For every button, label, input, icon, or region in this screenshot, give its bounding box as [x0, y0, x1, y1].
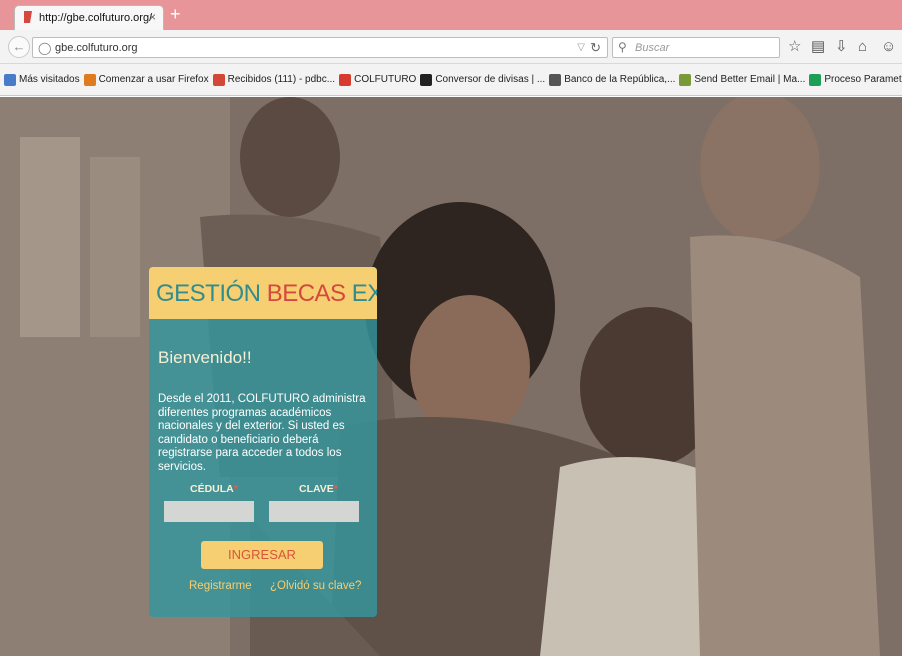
- chat-icon[interactable]: ☺: [881, 38, 896, 56]
- bookmark-item[interactable]: Más visitados: [4, 64, 80, 95]
- tab-title: http://gbe.colfuturo.org/: [39, 12, 153, 24]
- cedula-label: CÉDULA*: [190, 483, 238, 495]
- bookmark-item[interactable]: Proceso Parametrizaci...: [809, 64, 902, 95]
- globe-icon: ◯: [38, 41, 52, 55]
- register-link[interactable]: Registrarme: [189, 580, 252, 592]
- address-bar[interactable]: ◯ gbe.colfuturo.org ▽ ↻: [32, 37, 608, 58]
- url-text[interactable]: gbe.colfuturo.org: [55, 42, 138, 54]
- card-header: GESTIÓN BECAS EXTERNAS: [149, 267, 377, 319]
- navigation-bar: ← ◯ gbe.colfuturo.org ▽ ↻ ⚲ Buscar ☆ ▤ ⇩…: [0, 30, 902, 64]
- app-title-part1: GESTIÓN: [156, 280, 267, 307]
- bookmark-label: Banco de la República,...: [564, 74, 676, 85]
- bookmark-item[interactable]: COLFUTURO: [339, 64, 417, 95]
- bookmark-label: Proceso Parametrizaci...: [824, 74, 902, 85]
- reload-icon[interactable]: ↻: [590, 40, 601, 56]
- cedula-label-text: CÉDULA: [190, 483, 234, 495]
- email-icon: [679, 74, 692, 86]
- bookmark-label: Send Better Email | Ma...: [694, 74, 806, 85]
- welcome-heading: Bienvenido!!: [158, 348, 252, 367]
- required-mark: *: [233, 483, 238, 495]
- forgot-password-link[interactable]: ¿Olvidó su clave?: [270, 580, 361, 592]
- colfuturo-icon: [339, 74, 352, 86]
- bookmark-label: COLFUTURO: [354, 74, 417, 85]
- background-photo: [0, 97, 902, 656]
- bookmark-item[interactable]: Send Better Email | Ma...: [679, 64, 806, 95]
- bookmark-label: Conversor de divisas | ...: [435, 74, 546, 85]
- bookmark-item[interactable]: Conversor de divisas | ...: [420, 64, 546, 95]
- download-icon[interactable]: ⇩: [835, 38, 848, 56]
- bookmarks-toolbar: Más visitados Comenzar a usar Firefox Reci…: [0, 64, 902, 96]
- history-dropdown-icon[interactable]: ▽: [577, 42, 585, 53]
- gmail-icon: [212, 74, 225, 86]
- sheets-icon: [809, 74, 822, 86]
- clave-label: CLAVE*: [299, 483, 338, 495]
- new-tab-button[interactable]: +: [170, 4, 181, 24]
- clave-label-text: CLAVE: [299, 483, 334, 495]
- tab-bar: http://gbe.colfuturo.org/ × +: [0, 0, 902, 30]
- bookmark-label: Comenzar a usar Firefox: [98, 74, 209, 85]
- search-icon: ⚲: [618, 40, 627, 54]
- app-title-part3: EXTERNAS: [351, 280, 377, 307]
- bank-icon: [549, 74, 562, 86]
- search-placeholder: Buscar: [635, 42, 670, 54]
- bookmark-icon: [4, 74, 16, 86]
- reading-list-icon[interactable]: ▤: [811, 38, 825, 56]
- bookmark-label: Más visitados: [19, 74, 80, 85]
- description-text: Desde el 2011, COLFUTURO administra dife…: [158, 393, 366, 473]
- app-title-part2: BECAS: [266, 280, 346, 307]
- ingresar-button[interactable]: INGRESAR: [201, 541, 323, 569]
- bookmark-item[interactable]: Recibidos (111) - pdbc...: [212, 64, 336, 95]
- home-icon[interactable]: ⌂: [858, 38, 867, 56]
- bookmark-label: Recibidos (111) - pdbc...: [227, 74, 336, 85]
- tab-close-icon[interactable]: ×: [149, 10, 156, 24]
- page-favicon-icon: [24, 11, 32, 23]
- login-card: GESTIÓN BECAS EXTERNAS Bienvenido!! Desd…: [149, 267, 377, 617]
- clave-input[interactable]: [269, 501, 359, 522]
- cedula-input[interactable]: [164, 501, 254, 522]
- currency-icon: [420, 74, 433, 86]
- browser-tab[interactable]: http://gbe.colfuturo.org/ ×: [14, 5, 164, 30]
- bookmark-item[interactable]: Comenzar a usar Firefox: [83, 64, 209, 95]
- back-button[interactable]: ←: [8, 36, 30, 58]
- bookmark-item[interactable]: Banco de la República,...: [549, 64, 676, 95]
- page-content: GESTIÓN BECAS EXTERNAS Bienvenido!! Desd…: [0, 97, 902, 656]
- required-mark: *: [333, 483, 338, 495]
- firefox-icon: [83, 74, 96, 86]
- bookmark-star-icon[interactable]: ☆: [788, 38, 801, 56]
- app-title: GESTIÓN BECAS EXTERNAS: [156, 280, 377, 308]
- search-bar[interactable]: ⚲ Buscar: [612, 37, 780, 58]
